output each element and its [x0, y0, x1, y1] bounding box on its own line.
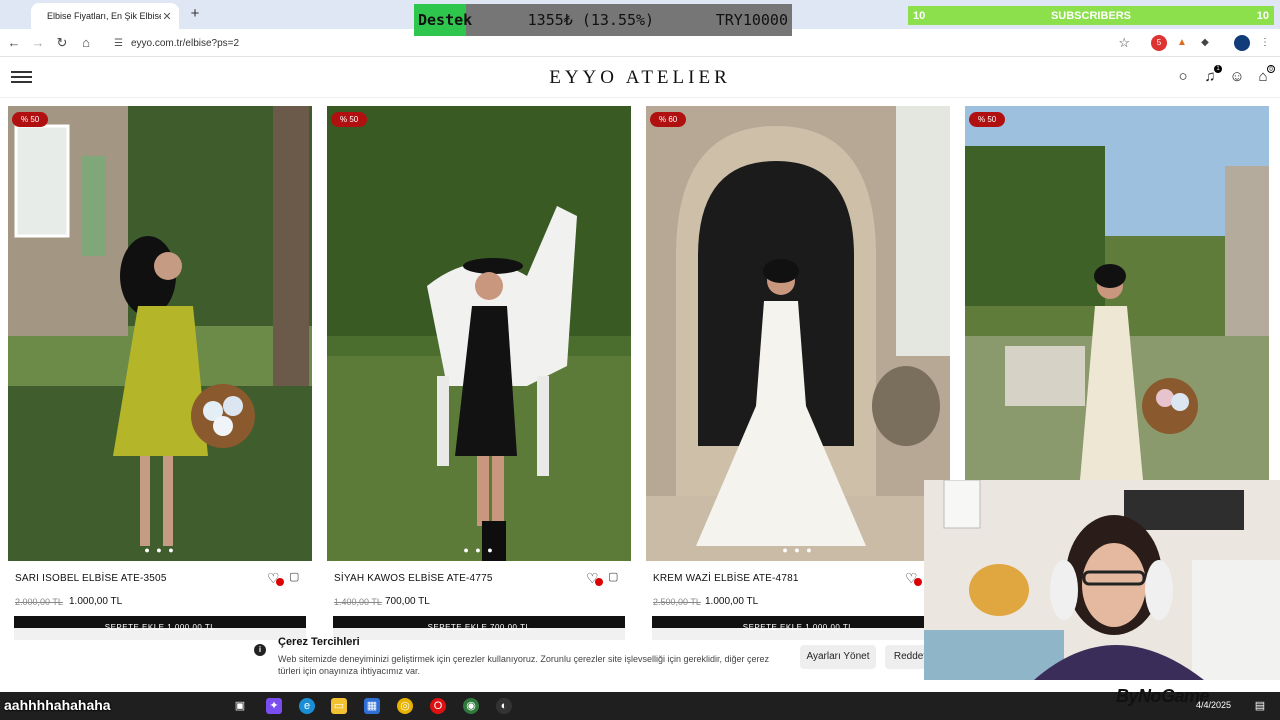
old-price: 1.400,00 TL: [334, 597, 382, 607]
favorite-heart-icon[interactable]: ♡: [905, 570, 922, 586]
file-explorer-icon[interactable]: ▭: [331, 698, 347, 714]
goal-target: TRY10000: [715, 11, 788, 29]
home-icon[interactable]: ⌂: [78, 35, 94, 51]
url-text: eyyo.com.tr/elbise?ps=2: [130, 37, 240, 49]
add-to-bag-icon[interactable]: ▢: [289, 570, 303, 586]
subs-right: 10: [1256, 9, 1269, 22]
close-tab-icon[interactable]: ✕: [161, 10, 173, 23]
notification-bell-icon[interactable]: ♫ 1: [1201, 65, 1222, 86]
image-carousel-dots[interactable]: ● ● ●: [646, 545, 950, 555]
browser-menu-icon[interactable]: ⋮: [1257, 35, 1273, 51]
sale-price: 1.000,00 TL: [69, 596, 123, 607]
product-image[interactable]: % 50: [965, 106, 1269, 480]
manage-cookies-button[interactable]: Ayarları Yönet: [800, 645, 876, 669]
sale-price: 1.000,00 TL: [705, 596, 759, 607]
cart-icon[interactable]: ⌂ 0: [1254, 65, 1275, 86]
chrome-active-icon[interactable]: ◉: [463, 698, 479, 714]
webcam-feed: [924, 480, 1280, 680]
old-price: 2.000,00 TL: [15, 597, 63, 607]
windows-taskbar: [0, 692, 1280, 720]
extension-metamask-icon[interactable]: ▲: [1174, 35, 1190, 51]
product-name[interactable]: SİYAH KAWOS ELBİSE ATE-4775: [334, 573, 493, 584]
cart-badge: 0: [1267, 65, 1275, 73]
info-icon: i: [254, 644, 266, 656]
product-photo-terrace: [965, 106, 1269, 480]
copilot-icon[interactable]: ✦: [266, 698, 282, 714]
browser-tab[interactable]: Elbise Fiyatları, En Şik Elbise Mo ✕: [31, 3, 179, 29]
discount-badge: % 60: [650, 112, 687, 127]
bookmark-star-icon[interactable]: ☆: [1118, 35, 1130, 51]
image-carousel-dots[interactable]: ● ● ●: [8, 545, 312, 555]
site-header: EYYO ATELIER ○ ♫ 1 ☺ ⌂ 0: [0, 57, 1280, 98]
product-photo-garden: [8, 106, 312, 561]
favorite-heart-icon[interactable]: ♡: [267, 570, 284, 586]
extension-adblock-icon[interactable]: 5: [1151, 35, 1167, 51]
goal-progress: 1355₺ (13.55%): [527, 11, 655, 29]
product-name[interactable]: KREM WAZİ ELBİSE ATE-4781: [653, 573, 799, 584]
discount-badge: % 50: [969, 112, 1006, 127]
extension-badge: 5: [1156, 38, 1162, 47]
back-icon[interactable]: ←: [6, 35, 22, 51]
new-tab-icon[interactable]: +: [186, 5, 204, 22]
reload-icon[interactable]: ↻: [54, 35, 70, 51]
discount-badge: % 50: [12, 112, 49, 127]
obs-icon[interactable]: ◐: [496, 698, 512, 714]
profile-avatar[interactable]: [1234, 35, 1250, 51]
store-icon[interactable]: ▦: [364, 698, 380, 714]
subs-left: 10: [913, 9, 926, 22]
notification-badge: 1: [1214, 65, 1222, 73]
tab-title: Elbise Fiyatları, En Şik Elbise Mo: [47, 11, 161, 21]
edge-icon[interactable]: e: [299, 698, 315, 714]
opera-icon[interactable]: O: [430, 698, 446, 714]
webcam-overlay: [924, 480, 1280, 680]
site-info-icon[interactable]: ☰: [114, 38, 123, 49]
extensions-puzzle-icon[interactable]: ◆: [1197, 35, 1213, 51]
subscriber-goal-bar: 10 SUBSCRIBERS 10: [908, 6, 1274, 25]
old-price: 2.500,00 TL: [653, 597, 701, 607]
goal-label: Destek: [414, 4, 472, 36]
forward-icon[interactable]: →: [30, 35, 46, 51]
cookie-text: Web sitemizde deneyiminizi geliştirmek i…: [278, 654, 770, 676]
taskbar-date: 4/4/2025: [1196, 700, 1232, 710]
cookie-title: Çerez Tercihleri: [278, 636, 360, 648]
product-photo-horse: [327, 106, 631, 561]
add-to-bag-icon[interactable]: ▢: [608, 570, 622, 586]
subs-label: SUBSCRIBERS: [1050, 9, 1132, 22]
chat-message: aahhhhahahaha: [4, 697, 111, 713]
product-photo-arch: [646, 106, 950, 561]
donation-goal-bar: Destek 1355₺ (13.55%) TRY10000: [414, 4, 792, 36]
product-image[interactable]: % 50 ● ● ●: [8, 106, 312, 561]
chrome-icon[interactable]: ◎: [397, 698, 413, 714]
notification-center-icon[interactable]: ▤: [1252, 698, 1268, 714]
favorite-heart-icon[interactable]: ♡: [586, 570, 603, 586]
product-image[interactable]: % 60 ● ● ●: [646, 106, 950, 561]
discount-badge: % 50: [331, 112, 368, 127]
search-icon[interactable]: ○: [1174, 68, 1192, 86]
image-carousel-dots[interactable]: ● ● ●: [327, 545, 631, 555]
sale-price: 700,00 TL: [385, 596, 430, 607]
site-logo[interactable]: EYYO ATELIER: [0, 67, 1280, 89]
product-image[interactable]: % 50 ● ● ●: [327, 106, 631, 561]
user-icon[interactable]: ☺: [1228, 68, 1246, 86]
task-view-icon[interactable]: ▣: [232, 698, 248, 714]
product-name[interactable]: SARI ISOBEL ELBİSE ATE-3505: [15, 573, 167, 584]
